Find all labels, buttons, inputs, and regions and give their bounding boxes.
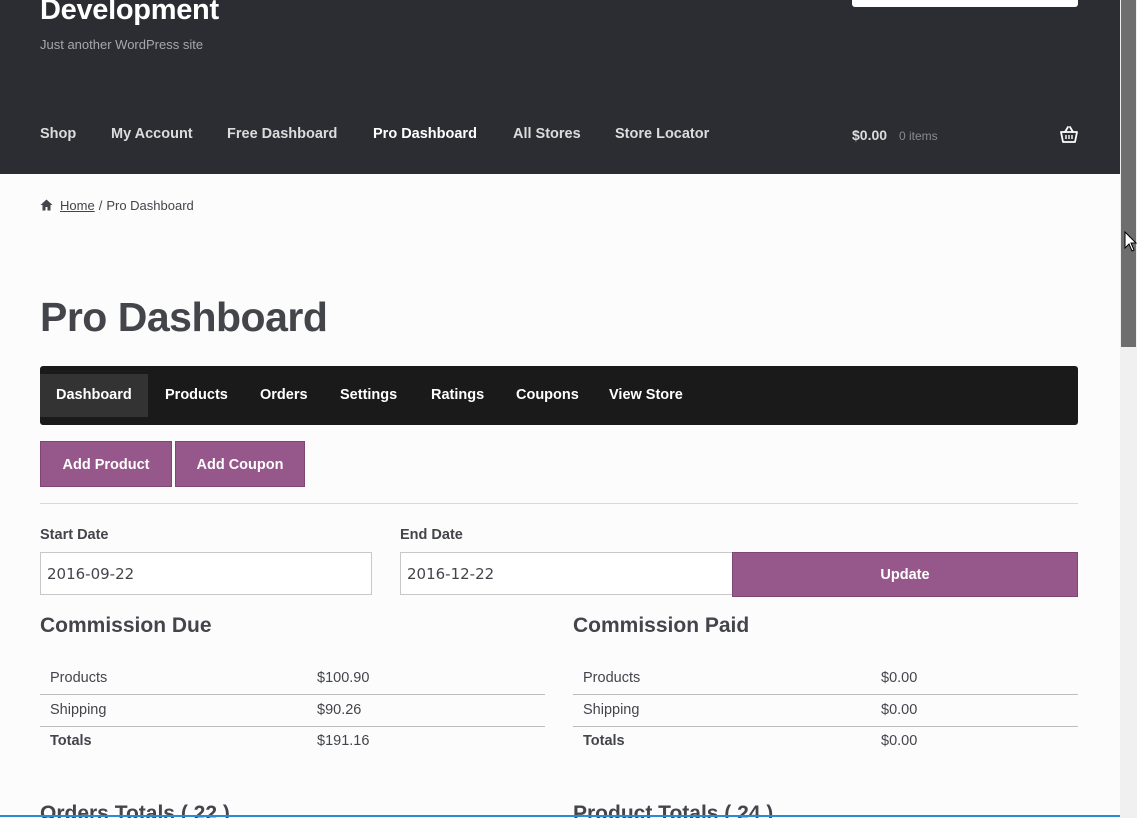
row-label: Totals — [50, 733, 92, 750]
site-tagline: Just another WordPress site — [40, 37, 204, 52]
row-label: Products — [573, 662, 871, 695]
nav-item-all-stores[interactable]: All Stores — [513, 126, 581, 142]
site-header: Development Just another WordPress site … — [0, 0, 1120, 174]
tab-settings[interactable]: Settings — [324, 374, 413, 417]
row-amount: $90.26 — [307, 694, 545, 727]
add-coupon-button[interactable]: Add Coupon — [175, 441, 305, 487]
commission-due-title: Commission Due — [40, 614, 212, 637]
start-date-field[interactable] — [40, 552, 372, 595]
nav-item-pro-dashboard[interactable]: Pro Dashboard — [373, 126, 477, 142]
end-date-label: End Date — [400, 527, 463, 543]
row-amount: $0.00 — [871, 694, 1078, 727]
basket-icon[interactable] — [1059, 125, 1079, 145]
site-title[interactable]: Development — [40, 0, 219, 27]
update-button[interactable]: Update — [732, 552, 1078, 597]
page-title: Pro Dashboard — [40, 294, 328, 340]
mouse-cursor-icon — [1124, 231, 1137, 252]
row-amount: $0.00 — [881, 733, 918, 750]
row-label: Totals — [583, 733, 625, 750]
breadcrumb: Home / Pro Dashboard — [40, 196, 194, 214]
focus-line — [0, 815, 1120, 817]
home-icon — [40, 199, 53, 211]
nav-item-my-account[interactable]: My Account — [111, 126, 193, 142]
cart-total[interactable]: $0.00 — [852, 127, 887, 143]
table-row: Shipping $0.00 — [573, 694, 1078, 727]
end-date-field[interactable] — [400, 552, 733, 595]
row-amount: $100.90 — [307, 662, 545, 695]
cart-count[interactable]: 0 items — [899, 129, 938, 143]
section-divider — [40, 503, 1078, 504]
tab-dashboard[interactable]: Dashboard — [40, 374, 148, 417]
table-row: Products $100.90 — [40, 662, 545, 695]
row-amount: $0.00 — [871, 662, 1078, 695]
breadcrumb-home-link[interactable]: Home — [60, 198, 95, 213]
breadcrumb-current: Pro Dashboard — [106, 197, 194, 213]
tab-ratings[interactable]: Ratings — [415, 374, 500, 417]
tab-products[interactable]: Products — [149, 374, 244, 417]
dashboard-nav: Dashboard Products Orders Settings Ratin… — [40, 366, 1078, 425]
scrollbar-thumb[interactable] — [1121, 0, 1136, 347]
nav-item-free-dashboard[interactable]: Free Dashboard — [227, 126, 337, 142]
tab-coupons[interactable]: Coupons — [500, 374, 595, 417]
tab-view-store[interactable]: View Store — [593, 374, 699, 417]
table-row-totals: Totals $191.16 — [40, 726, 545, 756]
commission-paid-table: Products $0.00 Shipping $0.00 Totals $0.… — [573, 662, 1078, 756]
nav-item-shop[interactable]: Shop — [40, 126, 76, 142]
breadcrumb-separator: / — [98, 197, 103, 213]
tab-orders[interactable]: Orders — [244, 374, 324, 417]
row-amount: $191.16 — [317, 733, 370, 750]
row-label: Shipping — [40, 694, 307, 727]
commission-paid-title: Commission Paid — [573, 614, 750, 637]
table-row: Shipping $90.26 — [40, 694, 545, 727]
commission-due-table: Products $100.90 Shipping $90.26 Totals … — [40, 662, 545, 756]
nav-item-store-locator[interactable]: Store Locator — [615, 126, 709, 142]
row-label: Shipping — [573, 694, 871, 727]
table-row-totals: Totals $0.00 — [573, 726, 1078, 756]
start-date-label: Start Date — [40, 527, 109, 543]
row-label: Products — [40, 662, 307, 695]
search-input[interactable] — [852, 0, 1078, 7]
table-row: Products $0.00 — [573, 662, 1078, 695]
add-product-button[interactable]: Add Product — [40, 441, 172, 487]
